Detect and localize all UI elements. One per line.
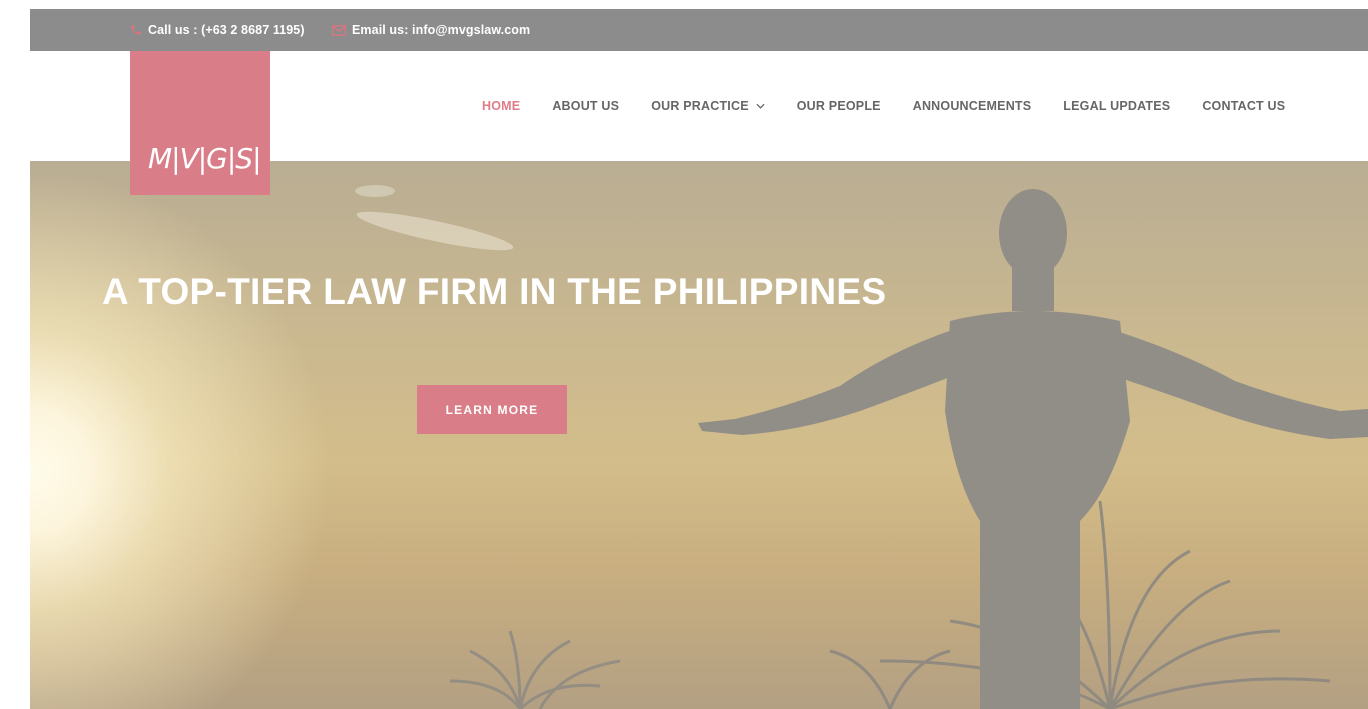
main-nav: HOME ABOUT US OUR PRACTICE OUR PEOPLE AN…	[482, 51, 1317, 161]
nav-legal-updates[interactable]: LEGAL UPDATES	[1063, 99, 1170, 113]
phone-contact[interactable]: Call us : (+63 2 8687 1195)	[130, 9, 305, 51]
nav-announcements-label: ANNOUNCEMENTS	[912, 99, 1032, 113]
nav-contact-us[interactable]: CONTACT US	[1202, 99, 1285, 113]
nav-about-us[interactable]: ABOUT US	[552, 99, 619, 113]
email-text: Email us: info@mvgslaw.com	[352, 23, 531, 37]
nav-home[interactable]: HOME	[482, 99, 520, 113]
nav-our-practice[interactable]: OUR PRACTICE	[651, 99, 765, 113]
learn-more-button[interactable]: LEARN MORE	[417, 385, 567, 434]
envelope-icon	[332, 24, 346, 36]
nav-our-people[interactable]: OUR PEOPLE	[797, 99, 881, 113]
site-logo[interactable]: M|V|G|S|	[130, 51, 270, 195]
hero-banner: A TOP-TIER LAW FIRM IN THE PHILIPPINES L…	[30, 161, 1368, 709]
nav-contact-us-label: CONTACT US	[1202, 99, 1286, 113]
logo-text: M|V|G|S|	[148, 142, 262, 175]
palm-tree-left	[449, 630, 621, 709]
top-contact-bar: Call us : (+63 2 8687 1195) Email us: in…	[30, 9, 1368, 51]
hero-background-image	[355, 185, 1368, 709]
nav-announcements[interactable]: ANNOUNCEMENTS	[913, 99, 1032, 113]
phone-icon	[131, 25, 141, 35]
nav-home-label: HOME	[482, 99, 521, 113]
nav-our-practice-label: OUR PRACTICE	[651, 99, 749, 113]
phone-text: Call us : (+63 2 8687 1195)	[148, 23, 305, 37]
chevron-down-icon	[756, 103, 765, 109]
nav-legal-updates-label: LEGAL UPDATES	[1063, 99, 1171, 113]
nav-our-people-label: OUR PEOPLE	[796, 99, 881, 113]
hero-title: A TOP-TIER LAW FIRM IN THE PHILIPPINES	[102, 271, 887, 312]
nav-about-us-label: ABOUT US	[552, 99, 620, 113]
page: Call us : (+63 2 8687 1195) Email us: in…	[30, 9, 1368, 709]
email-contact[interactable]: Email us: info@mvgslaw.com	[332, 9, 530, 51]
